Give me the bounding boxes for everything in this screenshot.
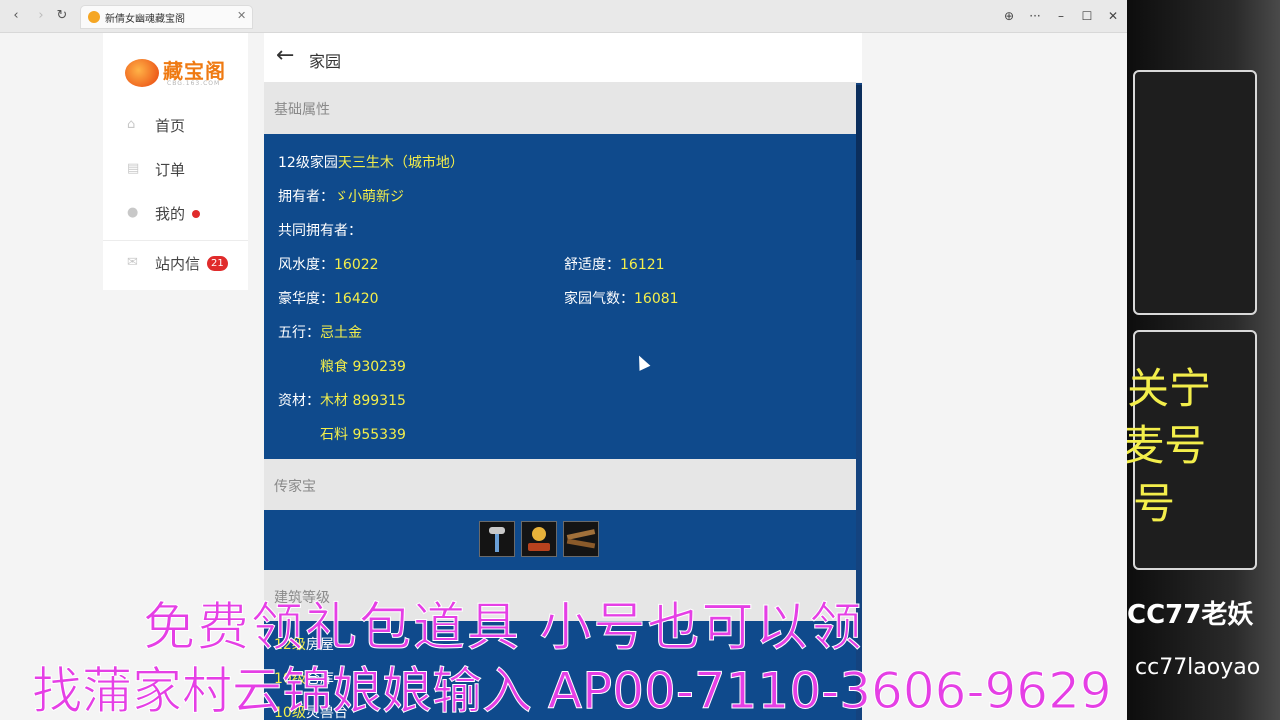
stream-text-line1: 关宁 — [1127, 364, 1212, 413]
qi-row: 家园气数：16081 — [564, 288, 679, 308]
unread-badge: 21 — [207, 256, 228, 271]
coowner-row: 共同拥有者： — [278, 220, 362, 240]
wuxing-row: 五行：忌土金 — [278, 322, 362, 342]
reload-icon[interactable]: ↻ — [52, 6, 72, 26]
stream-overlay: 关宁 r麦号 号 CC77老妖 cc77laoyao — [1127, 0, 1280, 720]
home-name: 天三生木（城市地） — [337, 155, 464, 171]
stream-frame-top — [1133, 70, 1257, 315]
globe-icon[interactable]: ⊕ — [998, 6, 1020, 26]
luxury-label: 豪华度： — [278, 291, 334, 307]
wood-item-icon[interactable] — [563, 521, 599, 557]
section-body-basic: 12级家园天三生木（城市地） 拥有者：ゞ小萌新ジ 共同拥有者： 风水度：1602… — [264, 134, 856, 459]
fengshui-label: 风水度： — [278, 257, 334, 273]
tab-title: 新倩女幽魂藏宝阁 — [105, 14, 185, 25]
page-header: ← 家园 — [264, 33, 862, 82]
section-header-basic: 基础属性 — [264, 82, 856, 134]
browser-tab[interactable]: 新倩女幽魂藏宝阁 ✕ — [80, 5, 253, 29]
notification-dot — [192, 210, 200, 218]
scrollbar-thumb[interactable] — [856, 85, 862, 260]
lamp-item-icon[interactable] — [479, 521, 515, 557]
luxury-value: 16420 — [334, 291, 379, 307]
fengshui-value: 16022 — [334, 257, 379, 273]
orb-item-icon[interactable] — [521, 521, 557, 557]
comfort-row: 舒适度：16121 — [564, 254, 665, 274]
stone-value: 石料 955339 — [320, 427, 406, 443]
sidebar-item-label: 订单 — [155, 161, 186, 179]
luxury-row: 豪华度：16420 — [278, 288, 379, 308]
sidebar-nav: 藏宝阁 CBG.163.COM ⌂ 首页 ▤ 订单 ● 我的 ✉ 站内信 21 — [103, 33, 248, 290]
minimize-icon[interactable]: – — [1050, 6, 1072, 26]
streamer-name: CC77老妖 — [1127, 600, 1254, 630]
stream-text-line2: r麦号 — [1127, 421, 1207, 470]
section-body-heirloom — [264, 510, 856, 570]
wuxing-label: 五行： — [278, 325, 320, 341]
tab-close-icon[interactable]: ✕ — [237, 9, 246, 22]
home-icon: ⌂ — [127, 117, 136, 132]
qi-value: 16081 — [634, 291, 679, 307]
sidebar-divider — [103, 240, 248, 241]
page-title: 家园 — [309, 52, 342, 71]
close-window-icon[interactable]: ✕ — [1102, 6, 1124, 26]
maximize-icon[interactable]: ☐ — [1076, 6, 1098, 26]
back-nav-icon[interactable]: ‹ — [6, 6, 26, 26]
forward-nav-icon[interactable]: › — [31, 6, 51, 26]
qi-label: 家园气数： — [564, 291, 634, 307]
sidebar-item-label: 站内信 — [155, 255, 201, 273]
resource-row: 资材：木材 899315 — [278, 390, 406, 410]
coowner-label: 共同拥有者： — [278, 223, 362, 239]
home-title: 12级家园天三生木（城市地） — [278, 152, 464, 172]
owner-row: 拥有者：ゞ小萌新ジ — [278, 186, 404, 206]
owner-label: 拥有者： — [278, 189, 334, 205]
user-icon: ● — [127, 205, 139, 220]
fengshui-row: 风水度：16022 — [278, 254, 379, 274]
section-header-heirloom: 传家宝 — [264, 459, 856, 510]
streamer-id: cc77laoyao — [1135, 655, 1261, 680]
order-icon: ▤ — [127, 161, 140, 176]
browser-titlebar: ‹ › ↻ 新倩女幽魂藏宝阁 ✕ ⊕ ··· – ☐ ✕ — [0, 0, 1127, 33]
comfort-label: 舒适度： — [564, 257, 620, 273]
wood-value: 木材 899315 — [320, 393, 406, 409]
resource-label: 资材： — [278, 393, 320, 409]
section-title: 基础属性 — [274, 102, 330, 118]
favicon-icon — [88, 11, 100, 23]
promo-line-2: 找蒲家村云锦娘娘输入 AP00-7110-3606-9629 — [32, 662, 1113, 720]
stream-text-line3: 号 — [1133, 479, 1176, 528]
more-icon[interactable]: ··· — [1024, 6, 1046, 26]
grain-value: 粮食 930239 — [320, 359, 406, 375]
sidebar-item-label: 我的 — [155, 205, 186, 223]
back-arrow-icon[interactable]: ← — [276, 44, 294, 68]
mail-icon: ✉ — [127, 255, 138, 270]
promo-line-1: 免费领礼包道具 小号也可以领 — [143, 598, 864, 659]
wuxing-value: 忌土金 — [320, 325, 362, 341]
logo-mascot-icon — [125, 59, 159, 87]
section-title: 传家宝 — [274, 479, 316, 495]
comfort-value: 16121 — [620, 257, 665, 273]
cbg-logo[interactable]: 藏宝阁 CBG.163.COM — [125, 49, 230, 91]
home-level: 12级家园 — [278, 155, 338, 171]
sidebar-item-label: 首页 — [155, 117, 186, 135]
owner-value: ゞ小萌新ジ — [334, 189, 404, 205]
logo-subtext: CBG.163.COM — [167, 80, 221, 87]
